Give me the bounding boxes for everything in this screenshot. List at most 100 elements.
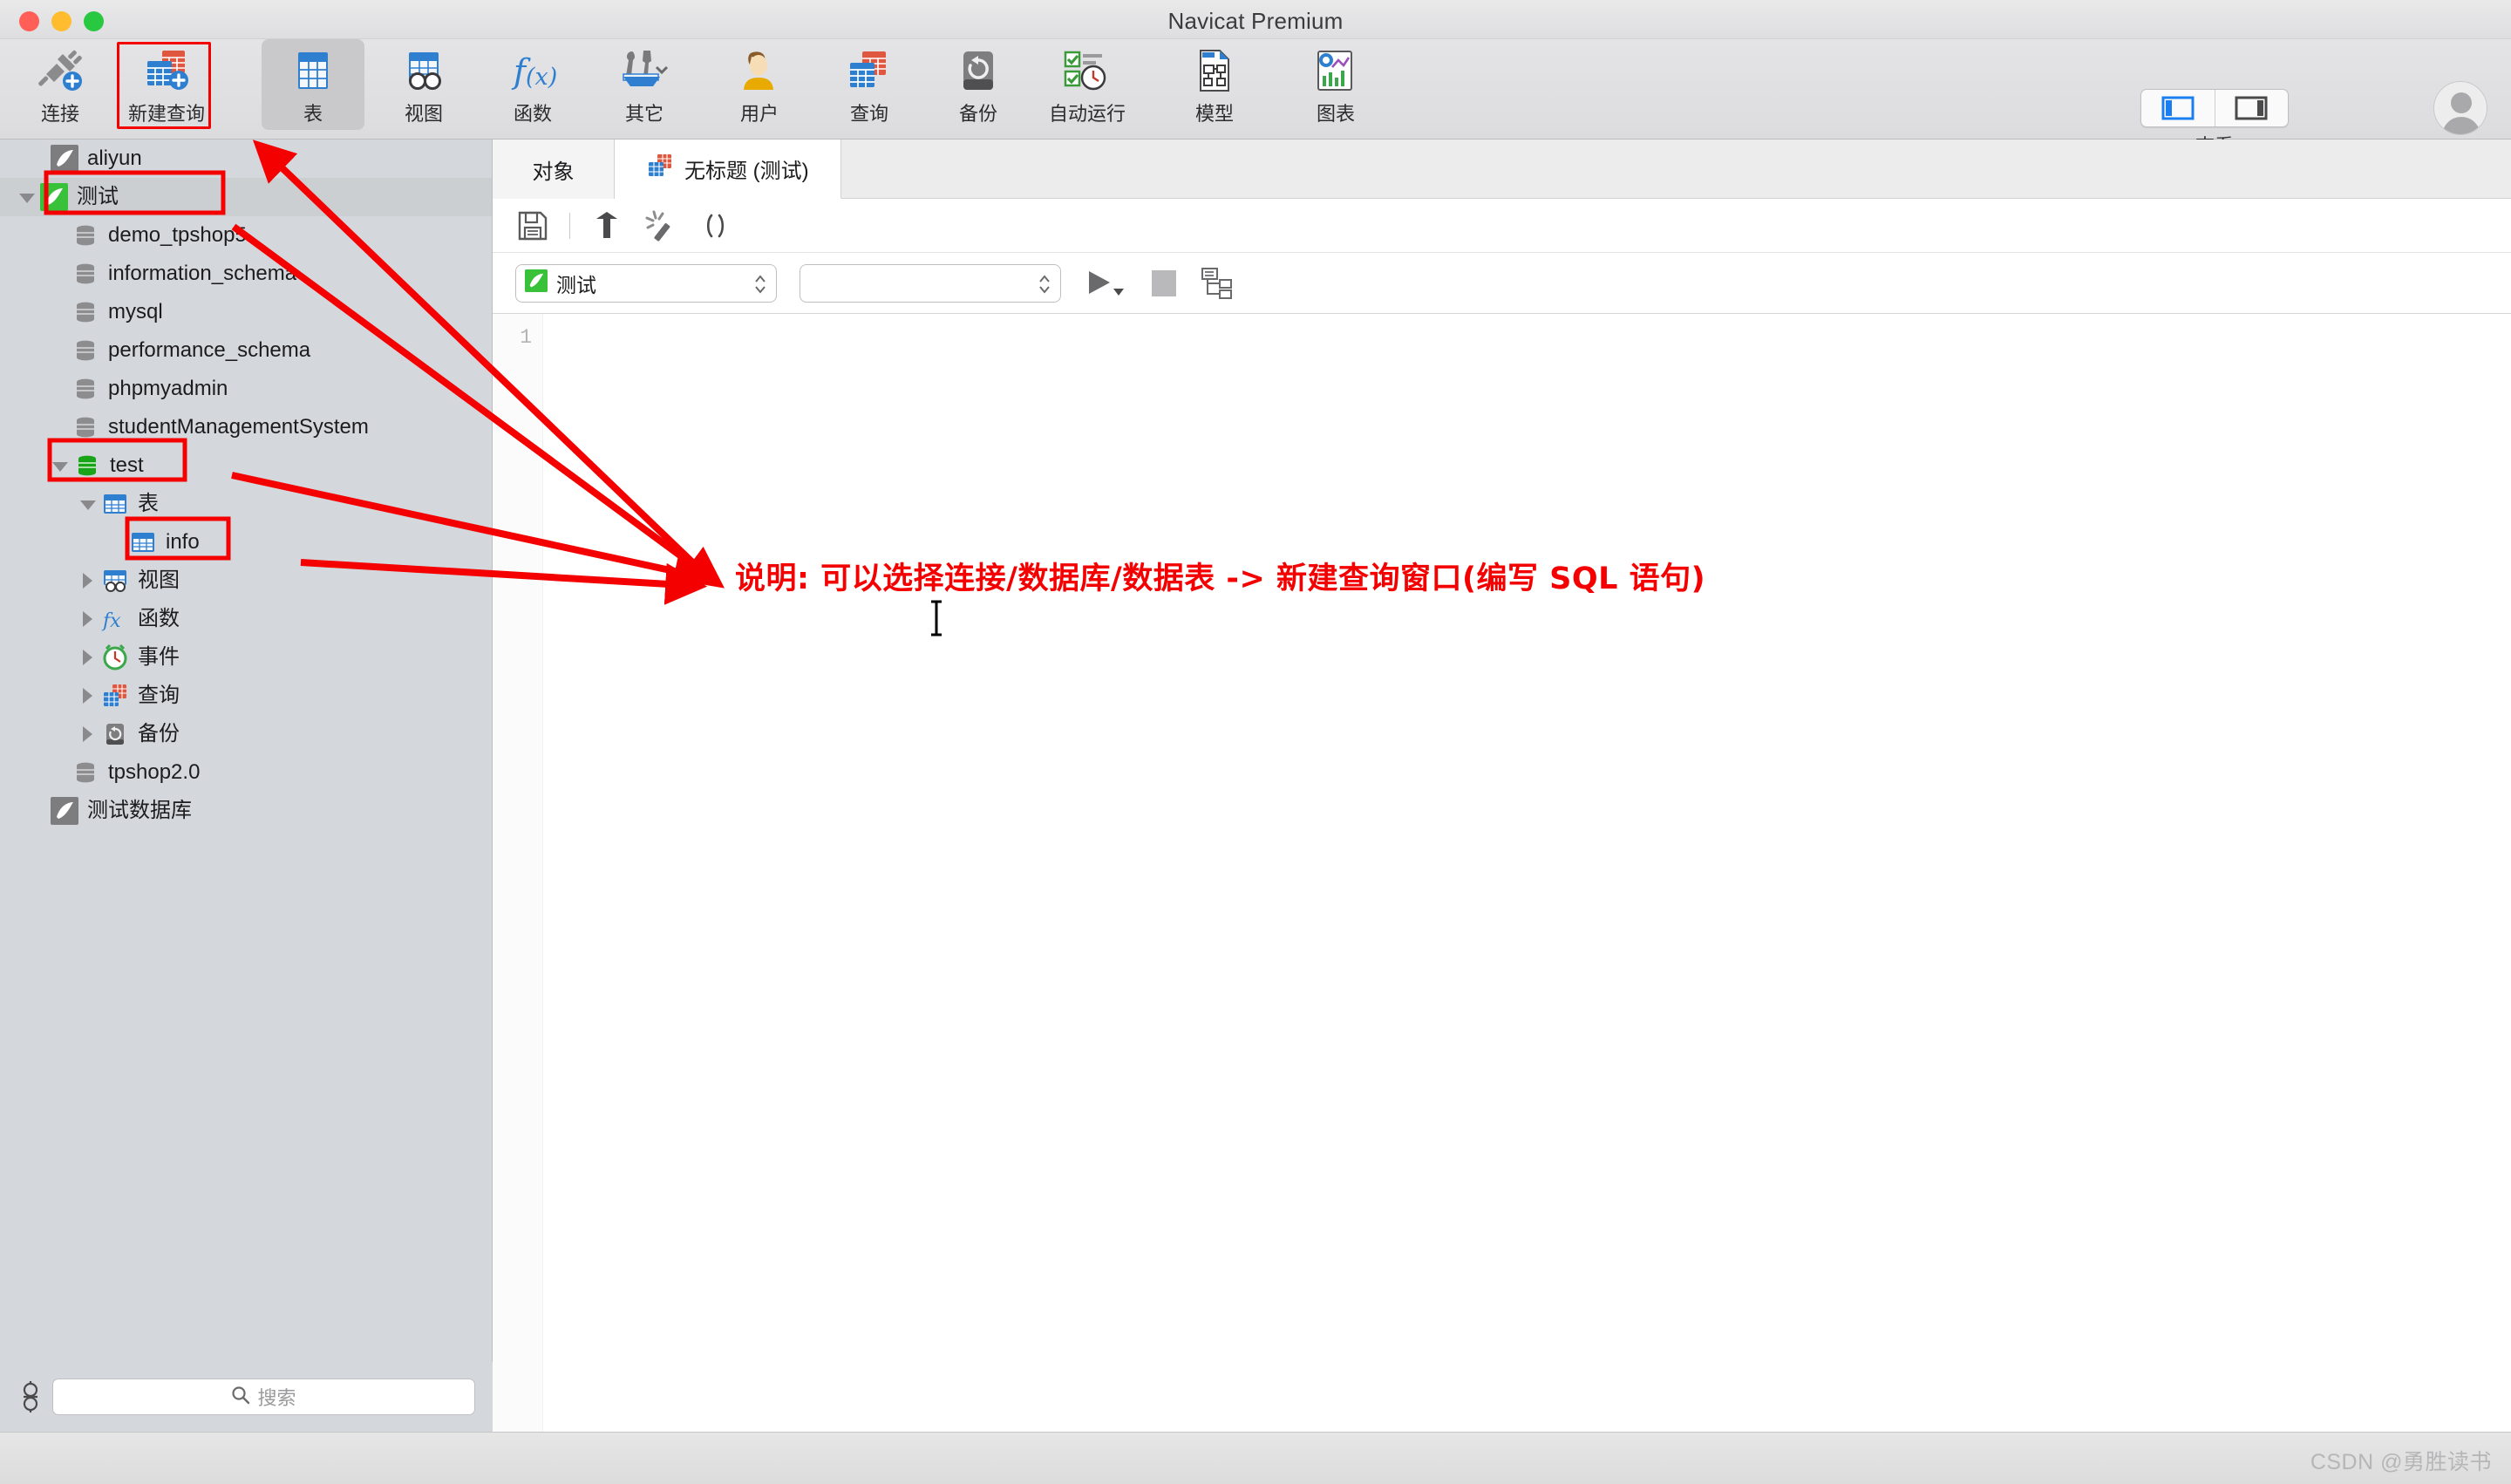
twisty-collapsed-icon[interactable] [77,646,99,669]
layout-left-pane-icon[interactable] [2141,90,2215,126]
toolbar-button-other[interactable]: 其它 [593,39,696,130]
toolbar-button-model[interactable]: 模型 [1163,39,1266,130]
connection-select[interactable]: 测试 [515,264,777,303]
connection-green-icon [40,183,68,211]
backup-icon [954,48,1003,93]
toolbar-button-user[interactable]: 用户 [708,39,811,130]
toolbar-label: 查询 [850,99,888,126]
search-placeholder: 搜索 [257,1383,296,1411]
database-gray-icon [71,375,99,403]
chevron-updown-icon [753,271,767,297]
svg-text:(x): (x) [526,64,557,91]
tree-item-label: tpshop2.0 [108,762,200,783]
twisty-expanded-icon[interactable] [77,493,99,515]
sidebar: aliyun 测试 [0,140,493,1432]
query-icon [101,682,129,710]
tree-item-information-schema[interactable]: information_schema [0,255,492,293]
twisty-collapsed-icon[interactable] [77,723,99,745]
magic-wand-icon[interactable] [643,208,678,243]
tree-item-events-folder[interactable]: 事件 [0,638,492,677]
csdn-watermark: CSDN @勇胜读书 [2310,1445,2492,1476]
twisty-expanded-icon[interactable] [49,454,71,477]
format-sql-icon[interactable] [589,208,624,243]
toolbar-separator [569,213,570,239]
connection-select-value: 测试 [556,269,596,298]
tree-item-views-folder[interactable]: 视图 [0,562,492,600]
tree-item-label: 表 [138,494,159,514]
sidebar-footer: 搜索 [0,1362,493,1432]
explain-plan-button[interactable] [1199,266,1234,301]
table-icon [129,528,157,556]
tree-item-ceshi-connection[interactable]: 测试 [0,178,492,216]
twisty-none [26,147,49,170]
twisty-collapsed-icon[interactable] [77,684,99,707]
save-icon[interactable] [515,208,550,243]
tab-untitled-query[interactable]: 无标题 (测试) [615,140,841,199]
tree-item-label: info [166,532,200,553]
tree-item-label: 视图 [138,570,180,591]
connection-toggle-icon[interactable] [17,1380,44,1413]
toolbar-button-function[interactable]: f (x) 函数 [481,39,584,130]
toolbar-button-automation[interactable]: 自动运行 [1036,39,1139,130]
toolbar-button-query[interactable]: 查询 [818,39,921,130]
run-button[interactable] [1084,266,1129,301]
tree-item-tables-folder[interactable]: 表 [0,485,492,523]
toolbar-button-connection[interactable]: 连接 [9,39,112,130]
toolbar-button-new-query[interactable]: 新建查询 [115,39,218,130]
tab-label: 无标题 (测试) [684,153,809,184]
twisty-collapsed-icon[interactable] [77,608,99,630]
tree-item-backups-folder[interactable]: 备份 [0,715,492,753]
tree-item-label: performance_schema [108,340,310,361]
new-query-icon [142,48,191,93]
toolbar-button-table[interactable]: 表 [262,39,364,130]
toolbar-label: 视图 [405,99,443,126]
tree-item-label: mysql [108,302,163,323]
backup-icon [101,720,129,748]
database-green-icon [73,452,101,480]
new-connection-icon [36,48,85,93]
layout-right-pane-icon[interactable] [2215,90,2289,126]
twisty-collapsed-icon[interactable] [77,569,99,592]
tree-item-functions-folder[interactable]: fx 函数 [0,600,492,638]
toolbar-button-chart[interactable]: 图表 [1284,39,1387,130]
tree-item-tpshop2[interactable]: tpshop2.0 [0,753,492,792]
tree-item-label: 函数 [138,609,180,630]
tree-item-label: aliyun [87,148,142,169]
other-tools-icon [620,48,669,93]
tree-item-queries-folder[interactable]: 查询 [0,677,492,715]
tree-item-student-management-system[interactable]: studentManagementSystem [0,408,492,446]
stop-button[interactable] [1152,270,1176,296]
toolbar-button-backup[interactable]: 备份 [927,39,1030,130]
database-gray-icon [71,759,99,786]
navicat-window: Navicat Premium [0,0,2511,1484]
tab-objects[interactable]: 对象 [493,140,615,199]
view-layout-segmented-control[interactable] [2140,89,2289,127]
toolbar-label: 图表 [1317,99,1355,126]
status-bar: CSDN @勇胜读书 [0,1432,2511,1484]
tree-item-ceshi-shujuku[interactable]: 测试数据库 [0,792,492,830]
line-number: 1 [520,326,532,349]
tree-item-test-database[interactable]: test [0,446,492,485]
tree-item-label: 事件 [138,647,180,668]
user-avatar-icon [2433,81,2487,135]
twisty-expanded-icon[interactable] [16,186,38,208]
function-fx-icon: fx [101,605,129,633]
search-icon [231,1385,250,1409]
connection-gray-icon [51,145,78,173]
tree-item-mysql[interactable]: mysql [0,293,492,331]
tree-item-phpmyadmin[interactable]: phpmyadmin [0,370,492,408]
title-bar: Navicat Premium [0,0,2511,39]
main-toolbar: 连接 [0,39,2511,140]
tree-item-aliyun[interactable]: aliyun [0,140,492,178]
search-input[interactable]: 搜索 [52,1378,475,1415]
parentheses-icon[interactable] [698,208,732,243]
database-gray-icon [71,337,99,364]
tree-item-performance-schema[interactable]: performance_schema [0,331,492,370]
connection-green-icon [525,269,548,296]
tree-item-demo-tpshop5[interactable]: demo_tpshop5 [0,216,492,255]
toolbar-button-view[interactable]: 视图 [372,39,475,130]
tree-item-label: 测试数据库 [87,800,192,821]
sql-editor[interactable]: 1 [493,314,2511,1432]
database-select[interactable] [800,264,1061,303]
tree-item-info-table[interactable]: info [0,523,492,562]
